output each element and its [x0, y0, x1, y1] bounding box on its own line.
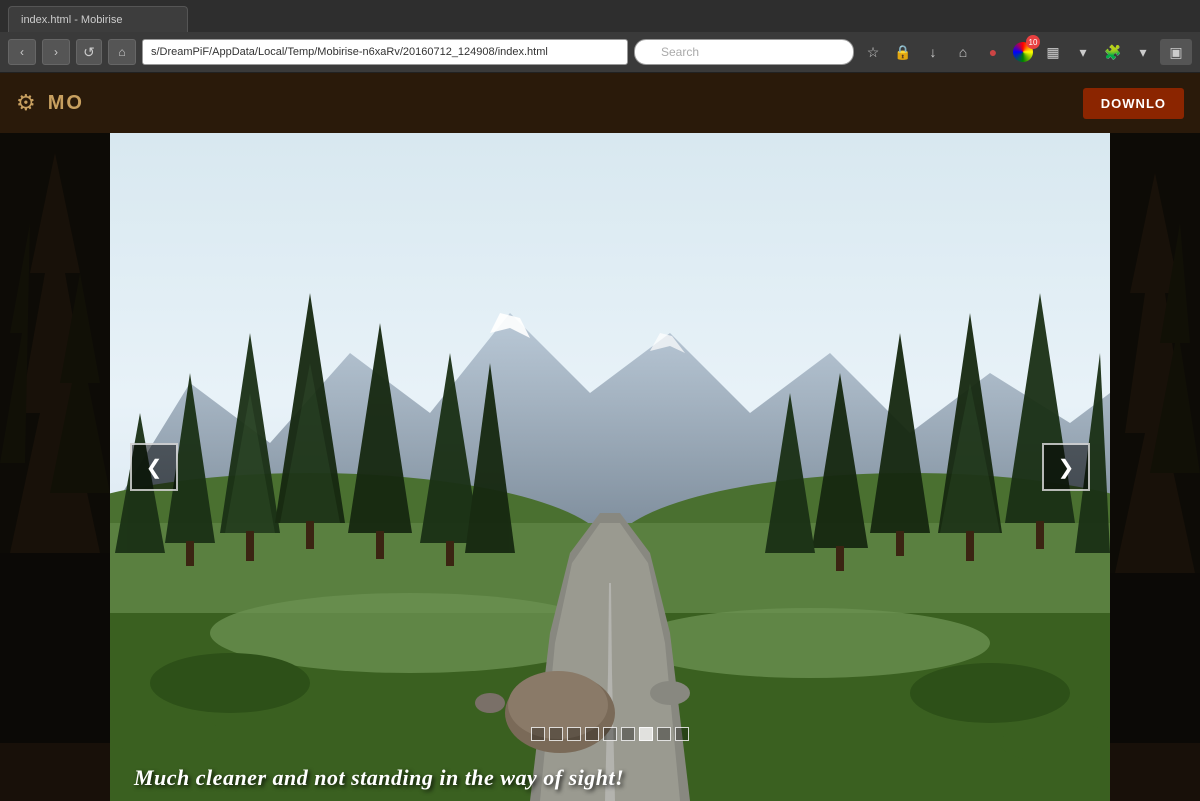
carousel-dot-2[interactable] [567, 727, 581, 741]
extensions-list-icon[interactable]: 🧩 [1100, 39, 1126, 65]
carousel-image [110, 133, 1110, 801]
extensions-icon[interactable]: 10 [1010, 39, 1036, 65]
forward-button[interactable]: › [42, 39, 70, 65]
back-button[interactable]: ‹ [8, 39, 36, 65]
carousel-dot-5[interactable] [621, 727, 635, 741]
home-button[interactable]: ⌂ [108, 39, 136, 65]
main-content: ⚙ MO DOWNLO [0, 73, 1200, 801]
menu-button[interactable]: ▦ [1040, 39, 1066, 65]
sidebar-right [1110, 73, 1200, 801]
sidebar-left [0, 73, 110, 801]
carousel-prev-button[interactable]: ❮ [130, 443, 178, 491]
header-right: DOWNLO [1083, 88, 1184, 119]
carousel-dot-1[interactable] [549, 727, 563, 741]
download-button[interactable]: DOWNLO [1083, 88, 1184, 119]
carousel-dot-0[interactable] [531, 727, 545, 741]
carousel-container: ❮ ❯ Much cleaner and not standing in the… [110, 133, 1110, 801]
gear-icon: ⚙ [16, 90, 36, 116]
carousel-dot-8[interactable] [675, 727, 689, 741]
lock-icon: 🔒 [890, 39, 916, 65]
carousel-dot-6[interactable] [639, 727, 653, 741]
carousel-dot-4[interactable] [603, 727, 617, 741]
sidebar-left-image [0, 73, 110, 743]
search-input[interactable]: Search [634, 39, 854, 65]
download-button[interactable]: ↓ [920, 39, 946, 65]
carousel-next-button[interactable]: ❯ [1042, 443, 1090, 491]
caption-text: Much cleaner and not standing in the way… [134, 765, 624, 790]
extensions-badge: 10 [1026, 35, 1040, 49]
browser-chrome: index.html - Mobirise ‹ › ↺ ⌂ s/DreamPiF… [0, 0, 1200, 73]
carousel-caption: Much cleaner and not standing in the way… [110, 765, 1110, 791]
bookmark-button[interactable]: ☆ [860, 39, 886, 65]
app-title: MO [48, 92, 84, 115]
profile-icon[interactable]: ▣ [1160, 39, 1192, 65]
chevron-down-icon2[interactable]: ▾ [1130, 39, 1156, 65]
browser-toolbar: ‹ › ↺ ⌂ s/DreamPiF/AppData/Local/Temp/Mo… [0, 32, 1200, 72]
privacy-icon[interactable]: ● [980, 39, 1006, 65]
sidebar-right-image [1110, 73, 1200, 743]
tab-label: index.html - Mobirise [21, 14, 122, 26]
browser-tabs: index.html - Mobirise [0, 0, 1200, 32]
carousel-dot-7[interactable] [657, 727, 671, 741]
carousel-dots [531, 727, 689, 741]
app-header: ⚙ MO DOWNLO [0, 73, 1200, 133]
home-icon[interactable]: ⌂ [950, 39, 976, 65]
active-tab[interactable]: index.html - Mobirise [8, 6, 188, 32]
toolbar-icons: ☆ 🔒 ↓ ⌂ ● 10 ▦ ▾ 🧩 ▾ ▣ [860, 39, 1192, 65]
search-bar-wrapper: 🔍 Search [634, 39, 854, 65]
carousel-dot-3[interactable] [585, 727, 599, 741]
reload-button[interactable]: ↺ [76, 39, 102, 65]
address-bar[interactable]: s/DreamPiF/AppData/Local/Temp/Mobirise-n… [142, 39, 628, 65]
chevron-down-icon[interactable]: ▾ [1070, 39, 1096, 65]
